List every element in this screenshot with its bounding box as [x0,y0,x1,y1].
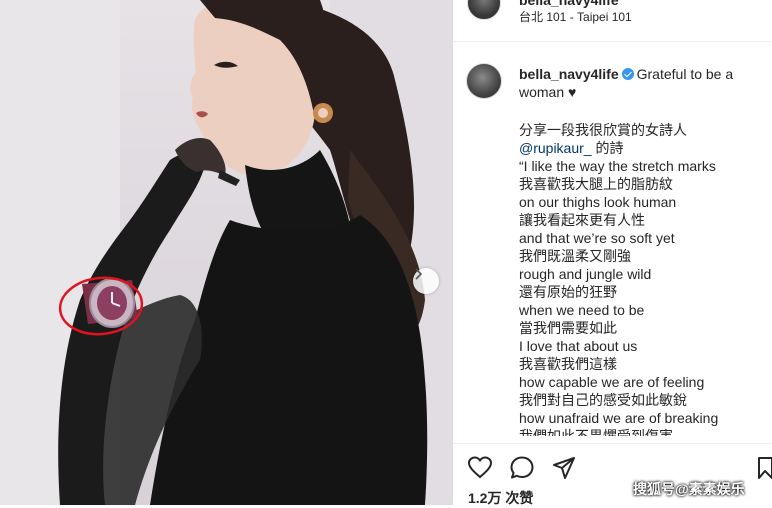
comment-icon [510,456,534,479]
caption-line-text: 我們既溫柔又剛強 [519,248,631,264]
post-details-panel: bella_navy4life 台北 101 - Taipei 101 bell… [453,0,772,508]
caption-line: 當我們需要如此 [519,319,764,337]
caption-line: on our thighs look human [519,193,764,211]
caption-line-text: on our thighs look human [519,194,677,210]
verified-badge-icon [621,68,634,80]
caption-line-text: “I like the way the stretch marks [519,158,716,174]
share-icon [553,457,575,479]
caption-line: and that we’re so soft yet [519,229,764,247]
caption-line-text: 我們如此不畏懼受到傷害 [519,428,673,436]
caption-line: 讓我看起來更有人性 [519,211,764,229]
comment-button[interactable] [509,455,535,481]
black-heart-emoji: ♥ [568,84,577,100]
bookmark-icon [758,457,772,479]
caption-line-text: 的詩 [591,140,624,156]
caption-line: “I like the way the stretch marks [519,157,764,175]
caption-line-text: 還有原始的狂野 [519,284,617,300]
caption-poem: 分享一段我很欣賞的女詩人 @rupikaur_ 的詩 “I like the way… [519,121,764,436]
header-divider [453,41,772,42]
share-button[interactable] [551,455,577,481]
watermark: 搜狐号@素素娱乐 [633,481,745,497]
caption-line-text: 我喜歡我大腿上的脂肪紋 [519,176,673,192]
woman-wearing-watch-image [0,0,452,505]
like-button[interactable] [467,455,493,481]
caption-line-text: how capable we are of feeling [519,374,705,390]
caption-line: 我們對自己的感受如此敏銳 [519,391,764,409]
caption: bella_navy4life Grateful to be a woman ♥ [519,65,759,101]
caption-line: I love that about us [519,337,764,355]
caption-line: @rupikaur_ 的詩 [519,139,764,157]
next-photo-button[interactable] [413,268,439,294]
caption-line: 分享一段我很欣賞的女詩人 [519,121,764,139]
caption-line-text: 當我們需要如此 [519,320,617,336]
actions-divider [453,443,772,444]
caption-line: how unafraid we are of breaking [519,409,764,427]
caption-line-text: rough and jungle wild [519,266,652,282]
caption-line-text: 我喜歡我們這樣 [519,356,617,372]
caption-avatar[interactable] [466,63,502,99]
caption-line: how capable we are of feeling [519,373,764,391]
caption-line-text: 分享一段我很欣賞的女詩人 [519,122,687,138]
caption-line: 還有原始的狂野 [519,283,764,301]
caption-line-text: how unafraid we are of breaking [519,410,719,426]
header-avatar[interactable] [467,0,501,20]
chevron-right-icon [415,268,423,280]
save-button[interactable] [757,455,772,481]
caption-line: 我們既溫柔又剛強 [519,247,764,265]
caption-line: when we need to be [519,301,764,319]
header-location[interactable]: 台北 101 - Taipei 101 [519,8,632,25]
caption-line-text: 讓我看起來更有人性 [519,212,645,228]
header-username[interactable]: bella_navy4life [519,0,619,8]
caption-line-text: 我們對自己的感受如此敏銳 [519,392,687,408]
caption-line: 我喜歡我們這樣 [519,355,764,373]
caption-line-text: I love that about us [519,338,638,354]
caption-username[interactable]: bella_navy4life [519,66,619,82]
caption-line: 我喜歡我大腿上的脂肪紋 [519,175,764,193]
post-photo[interactable] [0,0,452,505]
caption-line-text: and that we’re so soft yet [519,230,675,246]
caption-line: 我們如此不畏懼受到傷害 [519,427,764,436]
caption-line-text: when we need to be [519,302,645,318]
caption-line: rough and jungle wild [519,265,764,283]
heart-icon [467,456,493,479]
like-count[interactable]: 1.2万 次赞 [468,488,533,508]
mention-link[interactable]: @rupikaur_ [519,140,592,156]
